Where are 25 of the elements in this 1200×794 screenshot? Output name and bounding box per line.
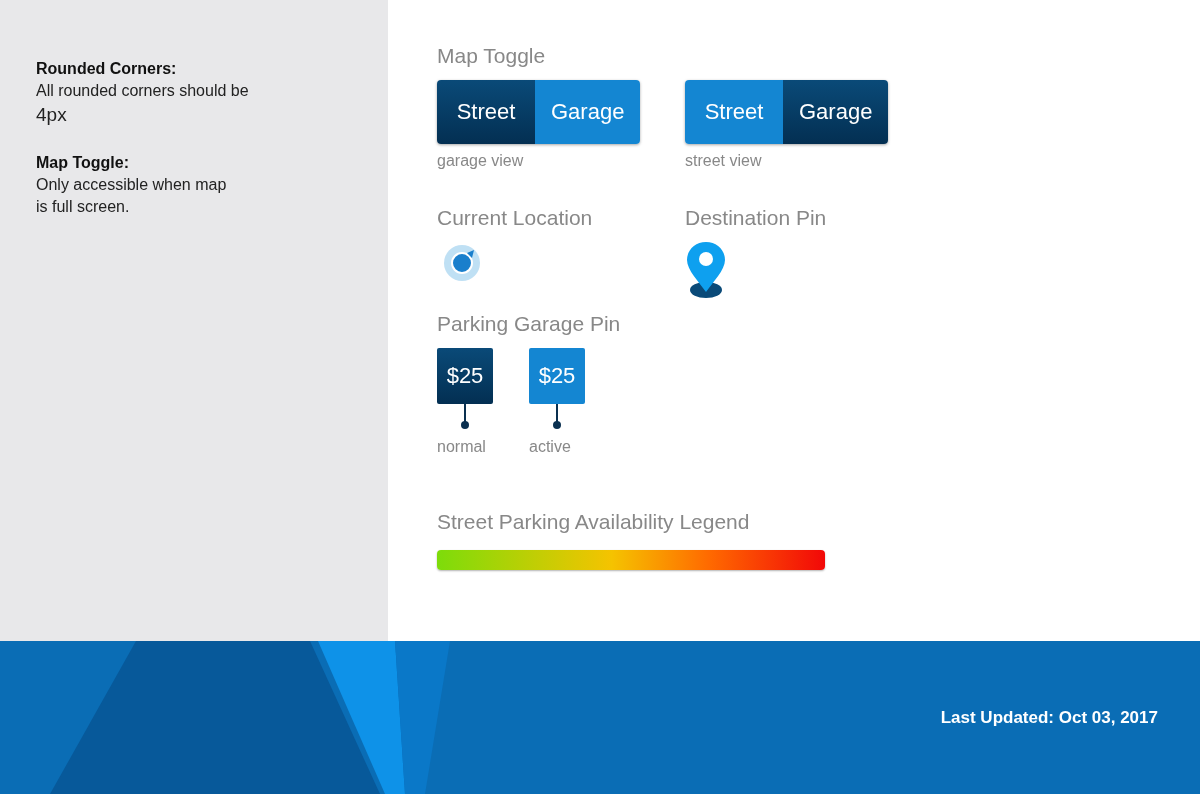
current-location-icon	[443, 244, 481, 282]
toggle-segment[interactable]: Garage	[783, 80, 889, 144]
note-title: Map Toggle:	[36, 153, 131, 173]
section-title: Destination Pin	[685, 205, 827, 231]
note-value: 4px	[36, 103, 68, 127]
note-title: Rounded Corners:	[36, 59, 178, 79]
caption: garage view	[437, 152, 524, 170]
pin-stem-icon	[553, 404, 561, 429]
note-text: All rounded corners should be	[36, 81, 250, 101]
toggle-segment[interactable]: Street	[685, 80, 783, 144]
section-title: Map Toggle	[437, 43, 546, 69]
section-title: Parking Garage Pin	[437, 311, 621, 337]
section-title: Current Location	[437, 205, 593, 231]
caption: normal	[437, 438, 486, 456]
price-pin: $25	[529, 348, 585, 404]
toggle-segment[interactable]: Street	[437, 80, 535, 144]
price-pin: $25	[437, 348, 493, 404]
map-pin-icon	[685, 240, 727, 300]
last-updated-text: Last Updated: Oct 03, 2017	[940, 707, 1158, 728]
pin-stem-icon	[461, 404, 469, 429]
note-text: Only accessible when map is full screen.	[36, 175, 228, 217]
toggle-segment[interactable]: Garage	[535, 80, 641, 144]
section-title: Street Parking Availability Legend	[437, 509, 750, 535]
caption: active	[529, 438, 571, 456]
caption: street view	[685, 152, 762, 170]
